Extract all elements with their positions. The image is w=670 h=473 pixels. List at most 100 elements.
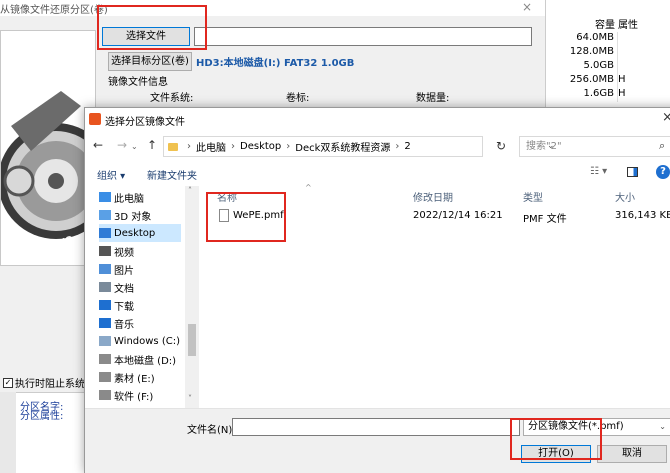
picker-toolbar: 组织 ▾ 新建文件夹 ☷ ▾ ? [85,162,670,184]
download-icon [99,300,111,310]
scrollbar-thumb[interactable] [188,324,196,356]
nav-item-label: 音乐 [114,319,134,331]
nav-item-3d-objects[interactable]: 3D 对象 [99,206,151,224]
breadcrumb-item[interactable]: 2 [404,141,410,152]
select-file-button[interactable]: 选择文件 [102,27,190,46]
chevron-down-icon[interactable]: ⌄ [659,419,666,435]
file-type-filter-select[interactable]: 分区镜像文件(*.pmf) ⌄ [523,418,670,436]
file-row[interactable]: WePE.pmf 2022/12/14 16:21 PMF 文件 316,143… [201,206,670,228]
scroll-up-icon[interactable]: ˄ [188,186,192,195]
recent-locations-icon[interactable]: ⌄ [131,142,138,151]
nav-item-drive-d[interactable]: 本地磁盘 (D:) [99,350,176,368]
table-row[interactable]: 64.0MB [546,32,670,46]
address-bar[interactable]: › 此电脑 › Desktop › Deck双系统教程资源 › 2 ⌄ [163,136,555,157]
picker-bottom-bar: 文件名(N): 分区镜像文件(*.pmf) ⌄ 打开(O) 取消 [85,408,670,473]
restore-dialog-title: 从镜像文件还原分区(卷) [0,5,108,16]
cancel-button[interactable]: 取消 [597,445,667,463]
attr-cell: H [618,88,626,99]
table-row[interactable]: 5.0GB [546,60,670,74]
app-icon [89,113,101,125]
target-partition-value: HD3:本地磁盘(I:) FAT32 1.0GB [196,58,355,69]
refresh-icon[interactable]: ↻ [496,139,506,153]
breadcrumb-item[interactable]: 此电脑 [196,139,226,154]
attr-cell [618,32,642,46]
chevron-right-icon: › [286,141,291,152]
organize-button[interactable]: 组织 ▾ [97,167,125,182]
filename-label: 文件名(N): [187,425,236,436]
capacity-cell: 5.0GB [546,60,618,74]
nav-item-videos[interactable]: 视频 [99,242,134,260]
video-icon [99,246,111,256]
file-size: 316,143 KB [615,210,670,221]
column-header-type[interactable]: 类型 [523,189,543,204]
nav-item-drive-e[interactable]: 素材 (E:) [99,368,155,386]
column-header-label: 名称 [217,193,237,204]
nav-item-this-pc[interactable]: 此电脑 [99,188,144,206]
breadcrumb-item[interactable]: Desktop [240,141,281,152]
partition-table: 容量 属性 64.0MB 128.0MB 5.0GB 256.0MB H 1.6… [545,0,670,110]
nav-item-downloads[interactable]: 下载 [99,296,134,314]
prevent-system-label: 执行时阻止系统 [15,379,85,390]
nav-scrollbar[interactable]: ˄ ˅ [185,186,199,408]
nav-item-label: 此电脑 [114,193,144,205]
folder-icon [168,142,178,151]
prevent-system-checkbox[interactable]: ✓ 执行时阻止系统 [3,375,85,390]
navigation-pane: 此电脑 3D 对象 Desktop 视频 图片 文档 下载 音乐 Windows… [85,186,199,408]
nav-item-drive-f[interactable]: 软件 (F:) [99,386,153,404]
table-row[interactable]: 256.0MB H [546,74,670,88]
preview-pane-icon[interactable] [627,167,638,177]
nav-item-label: 素材 (E:) [114,373,155,385]
checkbox-box[interactable]: ✓ [3,377,13,388]
table-row[interactable]: 1.6GB H [546,88,670,102]
volume-label-label: 卷标: [286,93,310,104]
attr-cell [618,60,642,74]
column-header-name[interactable]: 名称 [217,189,237,204]
up-arrow-icon[interactable]: ↑ [147,138,157,152]
filename-input[interactable] [232,418,520,436]
restore-dialog-titlebar: 从镜像文件还原分区(卷) × [0,0,545,16]
capacity-header: 容量 [595,20,615,31]
disk-logo-icon: DISKGENIUS [1,31,95,265]
table-row[interactable]: 128.0MB [546,46,670,60]
drive-icon [99,336,111,346]
nav-item-desktop[interactable]: Desktop [99,224,181,242]
breadcrumb-item[interactable]: Deck双系统教程资源 [295,139,390,154]
column-header-date[interactable]: 修改日期 [413,189,453,204]
close-icon[interactable]: × [662,110,670,125]
data-amount-label: 数据量: [416,93,450,104]
cube-icon [99,210,111,220]
nav-item-label: 软件 (F:) [114,391,154,403]
column-header-size[interactable]: 大小 [615,189,635,204]
capacity-cell: 1.6GB [546,88,618,102]
nav-item-documents[interactable]: 文档 [99,278,134,296]
capacity-cell: 128.0MB [546,46,618,60]
music-icon [99,318,111,328]
chevron-right-icon: › [187,141,191,152]
file-path-input[interactable] [194,27,532,46]
select-target-partition-button[interactable]: 选择目标分区(卷) [108,52,192,71]
image-info-group-label: 镜像文件信息 [108,77,168,88]
help-icon[interactable]: ? [656,165,670,179]
new-folder-button[interactable]: 新建文件夹 [147,167,197,182]
scroll-down-icon[interactable]: ˅ [188,394,192,403]
diskgenius-logo-panel: DISKGENIUS [0,30,96,266]
forward-arrow-icon[interactable]: → [117,138,127,152]
navigation-row: ← → ⌄ ↑ › 此电脑 › Desktop › Deck双系统教程资源 › … [85,136,670,158]
drive-icon [99,390,111,400]
drive-icon [99,372,111,382]
drive-icon [99,354,111,364]
close-icon[interactable]: × [522,0,532,14]
nav-item-pictures[interactable]: 图片 [99,260,134,278]
nav-item-label: Windows (C:) [114,335,180,347]
capacity-cell: 64.0MB [546,32,618,46]
file-name: WePE.pmf [233,210,284,221]
search-input[interactable]: 搜索"2" [519,136,670,157]
nav-item-label: 文档 [114,283,134,295]
nav-item-drive-c[interactable]: Windows (C:) [99,332,180,350]
back-arrow-icon[interactable]: ← [93,138,103,152]
nav-item-music[interactable]: 音乐 [99,314,134,332]
partition-table-header: 容量 属性 [546,16,670,32]
view-options-icon[interactable]: ☷ ▾ [590,166,607,177]
open-button[interactable]: 打开(O) [521,445,591,463]
search-icon[interactable]: ⌕ [659,139,665,153]
